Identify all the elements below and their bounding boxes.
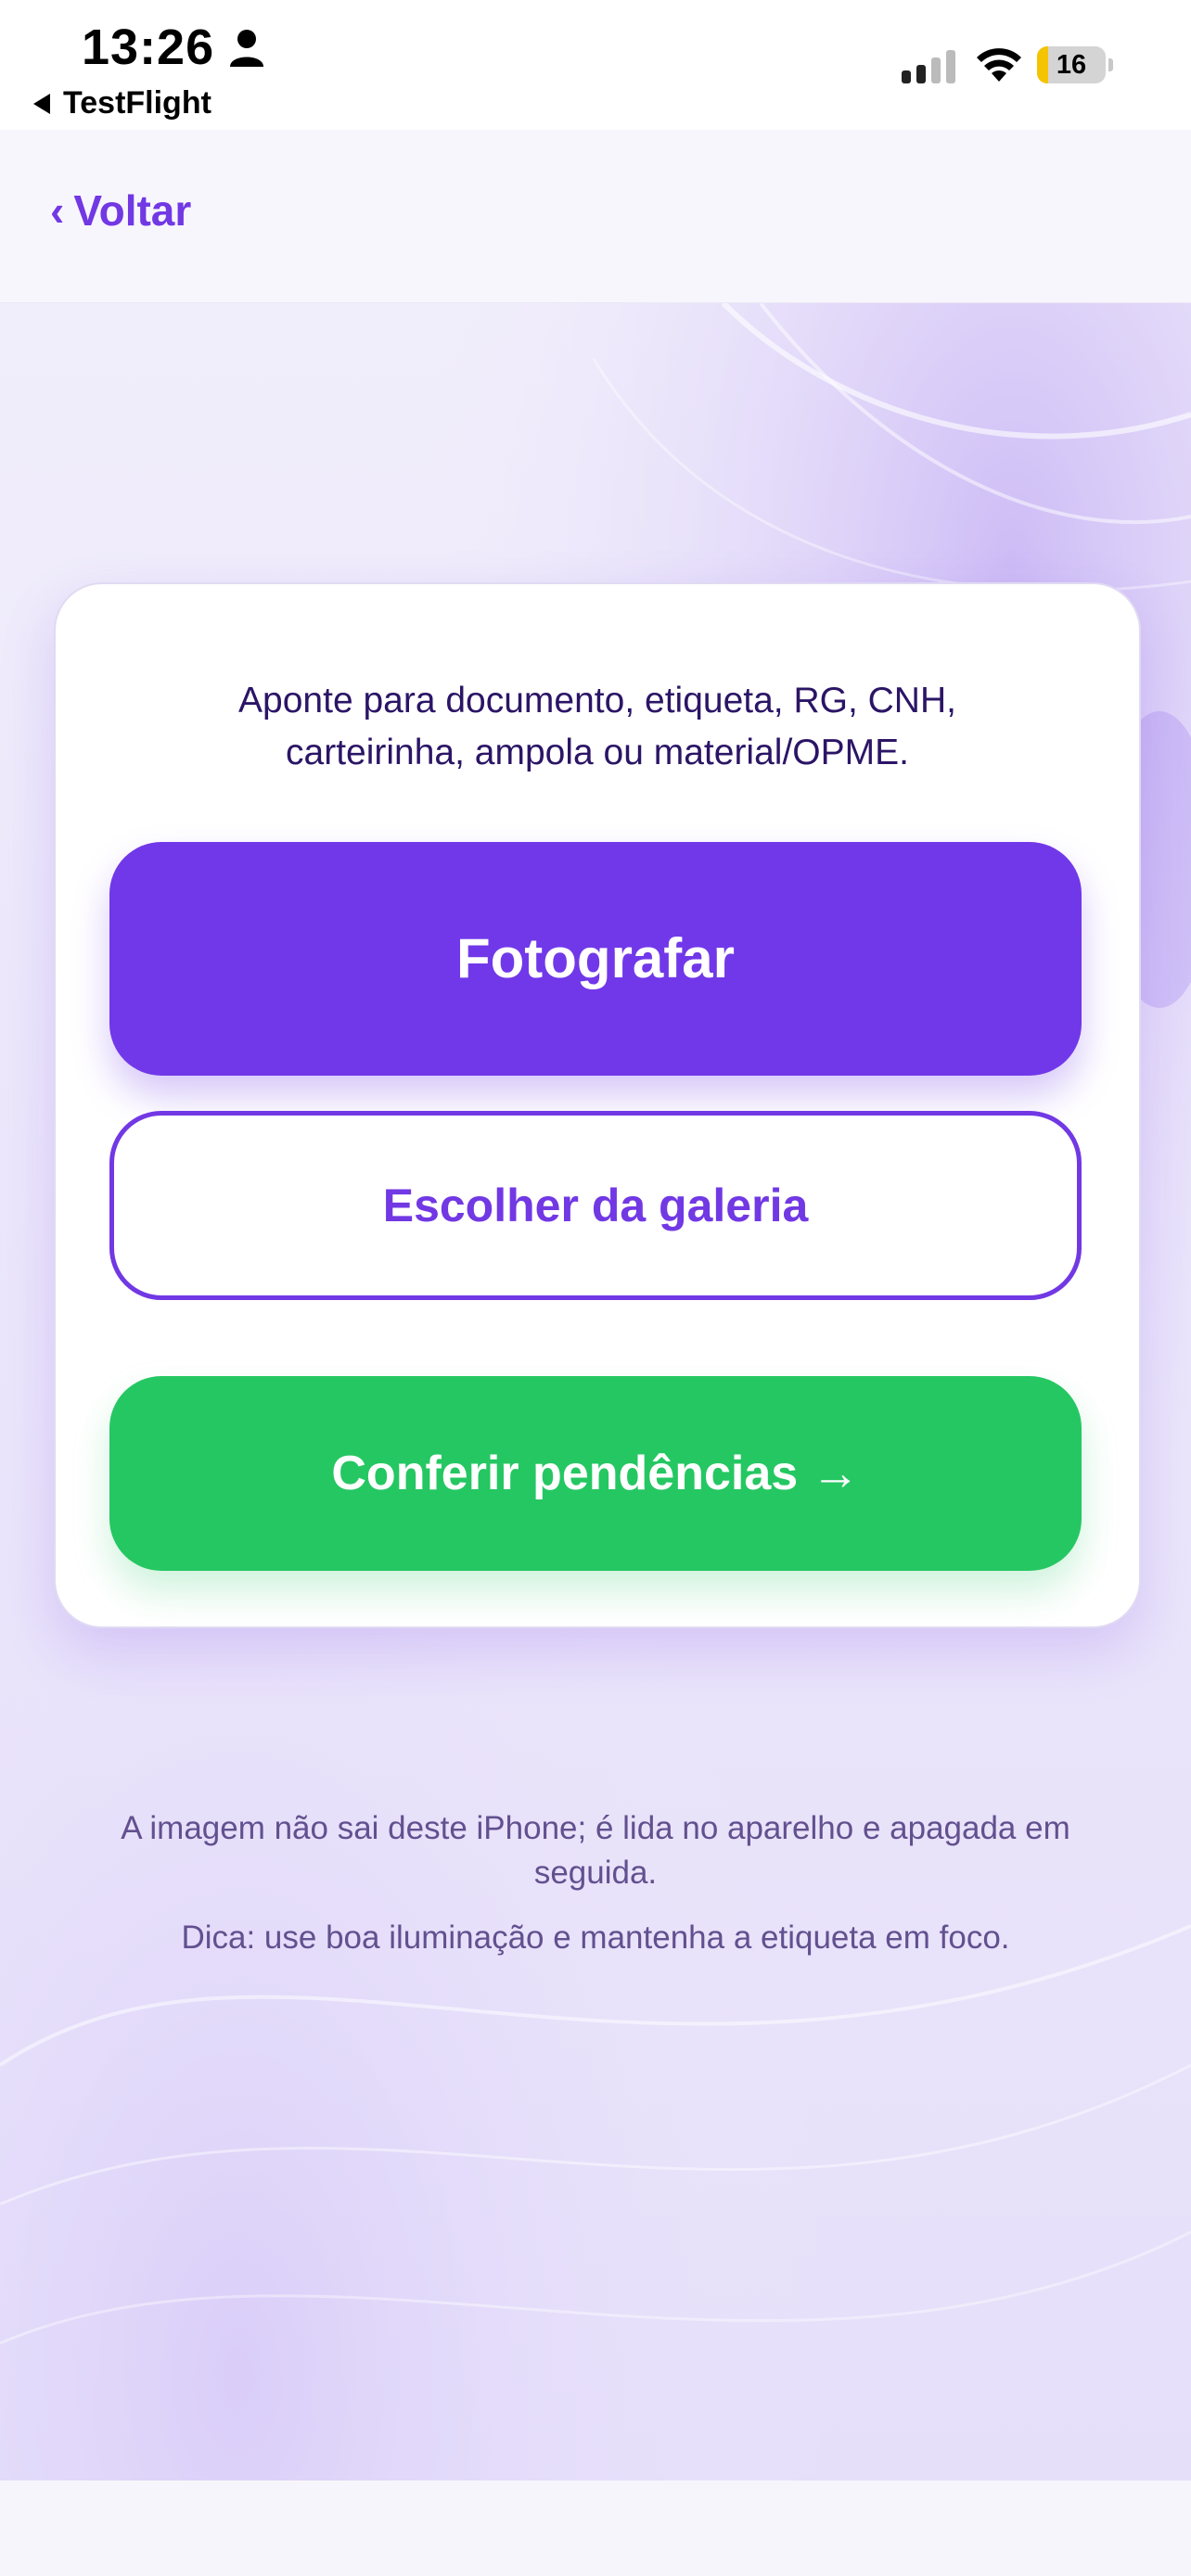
back-button-label: Voltar bbox=[73, 186, 192, 235]
back-triangle-icon bbox=[33, 93, 50, 114]
choose-from-gallery-button[interactable]: Escolher da galeria bbox=[109, 1111, 1082, 1300]
notes-section: A imagem não sai deste iPhone; é lida no… bbox=[0, 1806, 1191, 1960]
person-icon bbox=[230, 30, 263, 67]
bottom-bar bbox=[0, 2480, 1191, 2576]
battery-body: 16 bbox=[1037, 46, 1106, 83]
status-bar: 13:26 TestFlight 16 bbox=[0, 0, 1191, 130]
tip-note: Dica: use boa iluminação e mantenha a et… bbox=[181, 1919, 1010, 1956]
check-pending-button[interactable]: Conferir pendências → bbox=[109, 1376, 1082, 1571]
chevron-left-icon: ‹ bbox=[50, 186, 65, 235]
back-button[interactable]: ‹ Voltar bbox=[50, 185, 191, 236]
wifi-icon bbox=[977, 48, 1021, 82]
status-time: 13:26 bbox=[82, 19, 215, 75]
back-app-label: TestFlight bbox=[63, 85, 211, 121]
privacy-note: A imagem não sai deste iPhone; é lida no… bbox=[121, 1810, 1070, 1891]
take-photo-button[interactable]: Fotografar bbox=[109, 842, 1082, 1076]
battery-cap bbox=[1108, 58, 1113, 71]
battery-level: 16 bbox=[1056, 50, 1087, 80]
back-to-app-link[interactable]: TestFlight bbox=[33, 85, 211, 121]
navigation-bar: ‹ Voltar bbox=[0, 130, 1191, 303]
capture-card: Aponte para documento, etiqueta, RG, CNH… bbox=[54, 582, 1141, 1628]
instructions-text: Aponte para documento, etiqueta, RG, CNH… bbox=[238, 681, 956, 772]
battery-indicator: 16 bbox=[1037, 46, 1113, 83]
cellular-signal-icon bbox=[902, 50, 955, 83]
